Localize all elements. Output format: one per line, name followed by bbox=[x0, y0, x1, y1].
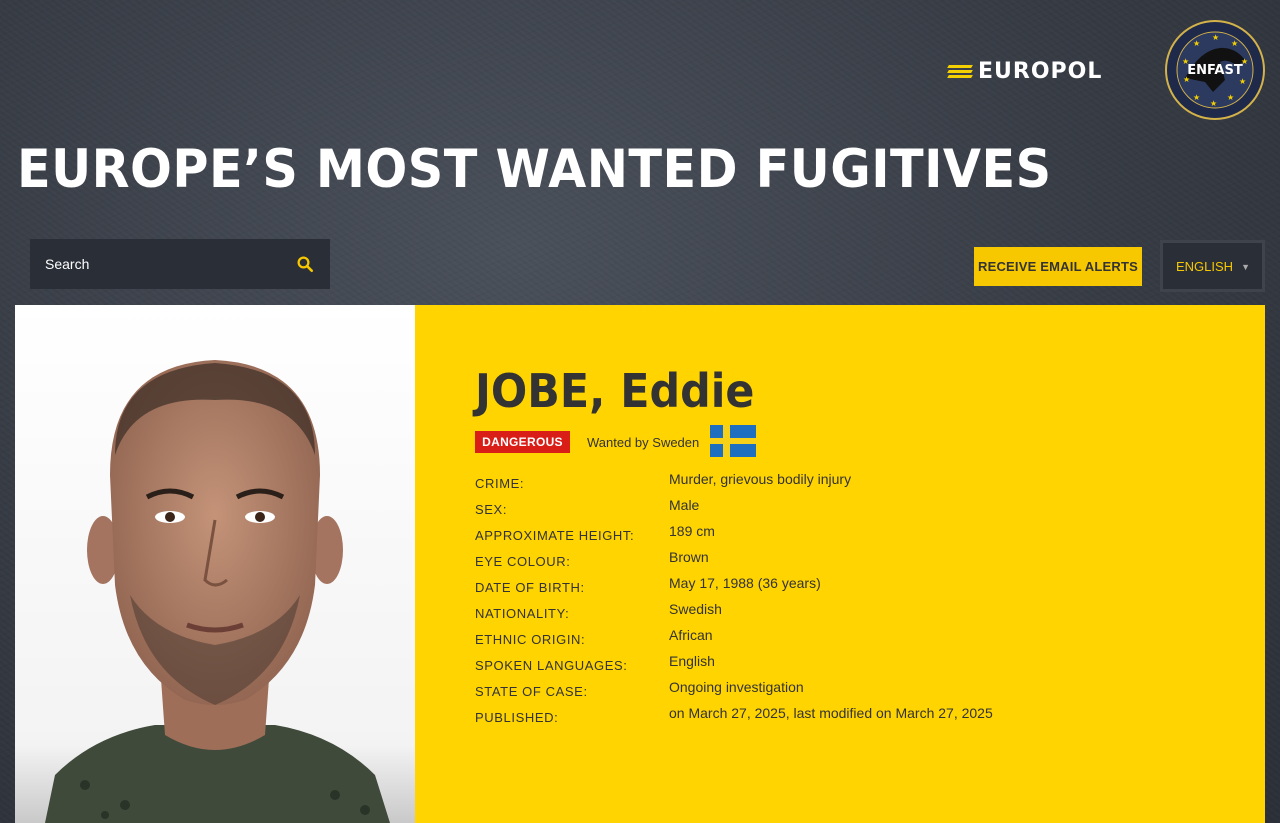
fugitive-details-list: CRIME: Murder, grievous bodily injury SE… bbox=[475, 471, 1175, 731]
svg-text:★: ★ bbox=[1239, 77, 1246, 86]
detail-value: Brown bbox=[669, 549, 709, 565]
detail-value: Murder, grievous bodily injury bbox=[669, 471, 852, 487]
europol-logo-text: EUROPOL bbox=[978, 59, 1103, 84]
svg-text:★: ★ bbox=[1231, 39, 1238, 48]
detail-row-spoken-languages: SPOKEN LANGUAGES: English bbox=[475, 653, 1175, 679]
detail-value: May 17, 1988 (36 years) bbox=[669, 575, 821, 591]
fugitive-info-panel: JOBE, Eddie DANGEROUS Wanted by Sweden C… bbox=[415, 305, 1265, 823]
detail-value: Ongoing investigation bbox=[669, 679, 804, 695]
detail-row-crime: CRIME: Murder, grievous bodily injury bbox=[475, 471, 1175, 497]
detail-label: EYE COLOUR: bbox=[475, 554, 571, 569]
receive-email-alerts-button[interactable]: RECEIVE EMAIL ALERTS bbox=[974, 247, 1142, 286]
detail-row-state-of-case: STATE OF CASE: Ongoing investigation bbox=[475, 679, 1175, 705]
detail-value: English bbox=[669, 653, 715, 669]
language-select[interactable]: ENGLISH ▼ bbox=[1160, 240, 1265, 292]
detail-value: African bbox=[669, 627, 713, 643]
detail-row-date-of-birth: DATE OF BIRTH: May 17, 1988 (36 years) bbox=[475, 575, 1175, 601]
detail-label: ETHNIC ORIGIN: bbox=[475, 632, 586, 647]
detail-value: 189 cm bbox=[669, 523, 715, 539]
chevron-down-icon: ▼ bbox=[1241, 262, 1250, 272]
enfast-logo-text: ENFAST bbox=[1187, 63, 1243, 78]
detail-label: APPROXIMATE HEIGHT: bbox=[475, 528, 635, 543]
enfast-logo[interactable]: ★ ★ ★ ★ ★ ★ ★ ★ ★ ★ ENFAST bbox=[1165, 20, 1265, 120]
europol-mark-icon bbox=[947, 64, 973, 80]
svg-text:★: ★ bbox=[1193, 39, 1200, 48]
detail-label: SEX: bbox=[475, 502, 508, 517]
page-title: EUROPE’S MOST WANTED FUGITIVES bbox=[17, 139, 1052, 200]
dangerous-badge: DANGEROUS bbox=[475, 431, 570, 453]
detail-row-nationality: NATIONALITY: Swedish bbox=[475, 601, 1175, 627]
svg-text:★: ★ bbox=[1210, 99, 1217, 108]
europol-logo[interactable]: EUROPOL bbox=[947, 59, 1124, 84]
detail-row-sex: SEX: Male bbox=[475, 497, 1175, 523]
detail-value: Swedish bbox=[669, 601, 722, 617]
detail-label: DATE OF BIRTH: bbox=[475, 580, 585, 595]
detail-label: SPOKEN LANGUAGES: bbox=[475, 658, 628, 673]
detail-value: on March 27, 2025, last modified on Marc… bbox=[669, 705, 993, 721]
detail-label: STATE OF CASE: bbox=[475, 684, 588, 699]
fugitive-photo bbox=[15, 305, 415, 823]
detail-label: NATIONALITY: bbox=[475, 606, 570, 621]
search-button[interactable] bbox=[280, 239, 330, 289]
detail-label: CRIME: bbox=[475, 476, 525, 491]
language-selected-value: ENGLISH bbox=[1176, 258, 1234, 274]
fugitive-name: JOBE, Eddie bbox=[475, 364, 755, 418]
svg-text:★: ★ bbox=[1193, 93, 1200, 102]
search-input[interactable] bbox=[30, 239, 280, 289]
person-portrait-icon bbox=[15, 305, 415, 823]
detail-value: Male bbox=[669, 497, 700, 513]
detail-row-height: APPROXIMATE HEIGHT: 189 cm bbox=[475, 523, 1175, 549]
svg-text:★: ★ bbox=[1212, 33, 1219, 42]
detail-row-published: PUBLISHED: on March 27, 2025, last modif… bbox=[475, 705, 1175, 731]
svg-text:★: ★ bbox=[1227, 93, 1234, 102]
sweden-flag-icon bbox=[710, 425, 756, 457]
search-icon bbox=[297, 256, 314, 273]
wanted-by-text: Wanted by Sweden bbox=[587, 435, 700, 450]
detail-row-eye-colour: EYE COLOUR: Brown bbox=[475, 549, 1175, 575]
detail-row-ethnic-origin: ETHNIC ORIGIN: African bbox=[475, 627, 1175, 653]
search-box bbox=[30, 239, 330, 289]
detail-label: PUBLISHED: bbox=[475, 710, 559, 725]
